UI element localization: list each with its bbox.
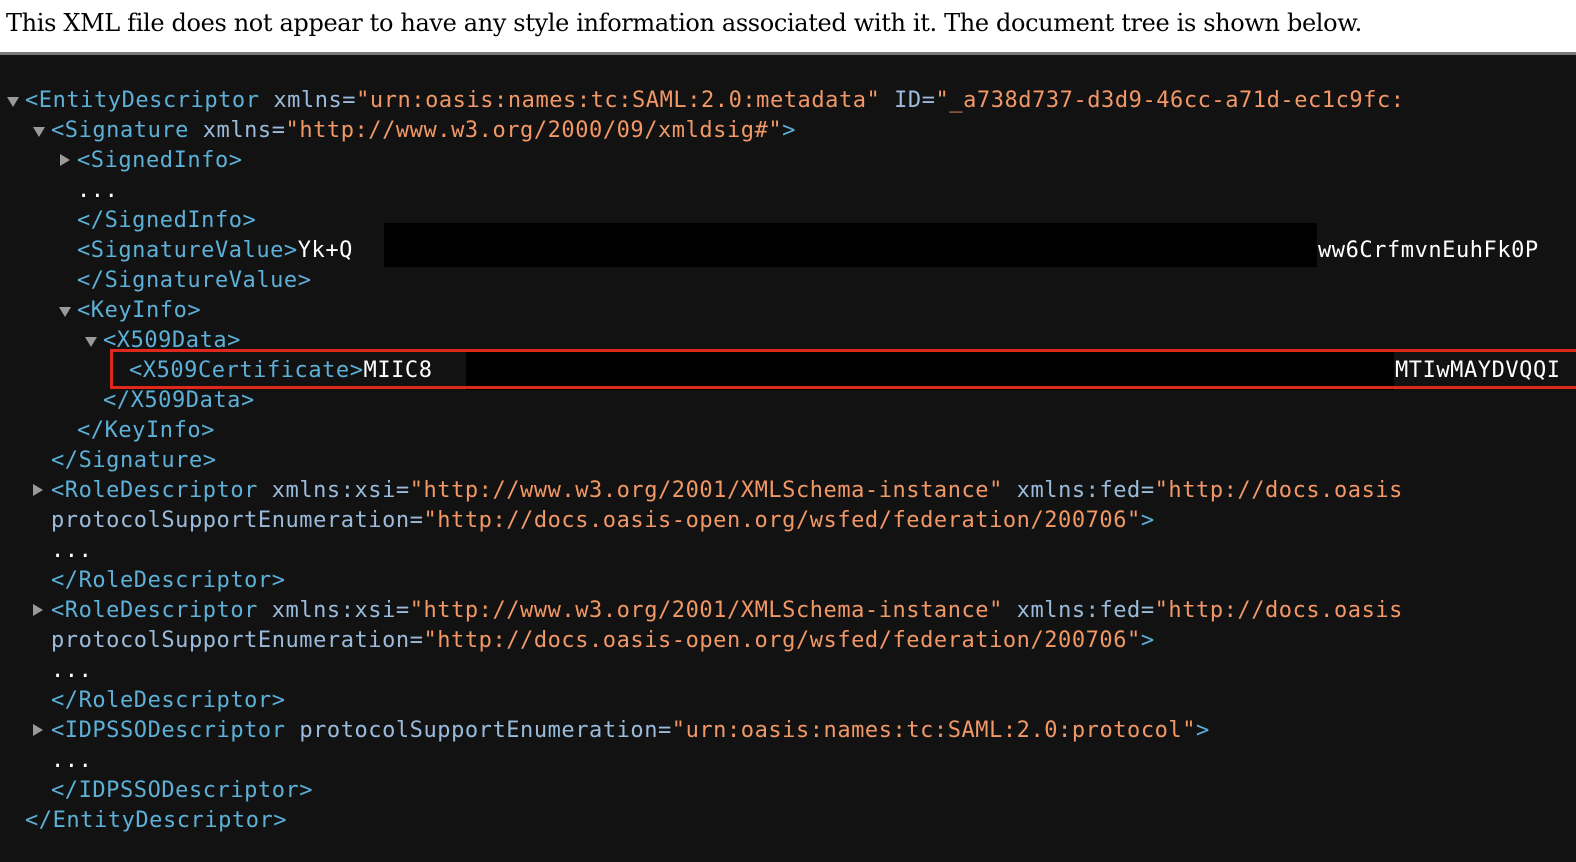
roledescriptor-2-protocol-attr-name: protocolSupportEnumeration=: [51, 628, 424, 653]
signature-tag-name: <Signature: [51, 118, 189, 143]
x509certificate-redaction-bar: [466, 352, 1394, 390]
expand-signedinfo-toggle-icon[interactable]: [60, 154, 70, 166]
xml-document-tree: <EntityDescriptor xmlns="urn:oasis:names…: [0, 86, 1576, 862]
roledescriptor-1-fed-attr-value: "http://docs.oasis: [1154, 478, 1403, 503]
roledescriptor-2-xsi-attr-name: xmlns:xsi=: [257, 598, 410, 623]
signature-open-tag: <Signature xmlns="http://www.w3.org/2000…: [51, 116, 796, 146]
x509certificate-text-end: MTIwMAYDVQQI: [1395, 358, 1561, 383]
x509certificate-open-tag: <X509Certificate>: [129, 358, 364, 383]
roledescriptor-2-fed-attr-name: xmlns:fed=: [1002, 598, 1155, 623]
idpssodescriptor-collapsed-ellipsis[interactable]: ...: [51, 746, 92, 776]
roledescriptor-1-protocol-line: protocolSupportEnumeration="http://docs.…: [51, 506, 1155, 536]
no-style-banner: This XML file does not appear to have an…: [0, 0, 1576, 55]
id-attr-value: "_a738d737-d3d9-46cc-a71d-ec1c9fc:: [935, 88, 1405, 113]
x509data-close-tag: </X509Data>: [103, 388, 255, 413]
entitydescriptor-open-tag: <EntityDescriptor xmlns="urn:oasis:names…: [25, 86, 1405, 116]
roledescriptor-1-protocol-attr-name: protocolSupportEnumeration=: [51, 508, 424, 533]
signaturevalue-redaction-bar: [384, 223, 1317, 267]
entitydescriptor-tag-name: <EntityDescriptor: [25, 88, 260, 113]
roledescriptor-2-tag-name: <RoleDescriptor: [51, 598, 258, 623]
signaturevalue-open-tag: <SignatureValue>: [77, 238, 298, 263]
signedinfo-tag-name: <SignedInfo>: [77, 148, 243, 173]
idpssodescriptor-open-tag-end: >: [1196, 718, 1210, 743]
idpssodescriptor-close-tag: </IDPSSODescriptor>: [51, 778, 314, 803]
roledescriptor-2-open-tag: <RoleDescriptor xmlns:xsi="http://www.w3…: [51, 596, 1403, 626]
roledescriptor-2-xsi-attr-value: "http://www.w3.org/2001/XMLSchema-instan…: [409, 598, 1003, 623]
roledescriptor-1-collapsed-ellipsis[interactable]: ...: [51, 536, 92, 566]
collapse-x509data-toggle-icon[interactable]: [85, 337, 97, 347]
roledescriptor-2-collapsed-ellipsis[interactable]: ...: [51, 656, 92, 686]
x509data-open-tag: <X509Data>: [103, 328, 241, 353]
no-style-message: This XML file does not appear to have an…: [6, 9, 1362, 37]
x509certificate-text-start: MIIC8: [363, 358, 433, 383]
roledescriptor-2-fed-attr-value: "http://docs.oasis: [1154, 598, 1403, 623]
keyinfo-close-tag: </KeyInfo>: [77, 418, 215, 443]
expand-idpssodescriptor-toggle-icon[interactable]: [33, 724, 43, 736]
signedinfo-collapsed-ellipsis[interactable]: ...: [77, 176, 118, 206]
signaturevalue-line: <SignatureValue>Yk+Q: [77, 236, 353, 266]
roledescriptor-1-open-tag: <RoleDescriptor xmlns:xsi="http://www.w3…: [51, 476, 1403, 506]
expand-roledescriptor-1-toggle-icon[interactable]: [33, 484, 43, 496]
idpssodescriptor-protocol-attr-value: "urn:oasis:names:tc:SAML:2.0:protocol": [671, 718, 1197, 743]
idpssodescriptor-tag-name: <IDPSSODescriptor: [51, 718, 286, 743]
collapse-signature-toggle-icon[interactable]: [33, 127, 45, 137]
roledescriptor-1-fed-attr-name: xmlns:fed=: [1002, 478, 1155, 503]
signature-close-tag: </Signature>: [51, 448, 217, 473]
id-attr-name: ID=: [880, 88, 936, 113]
idpssodescriptor-open-tag: <IDPSSODescriptor protocolSupportEnumera…: [51, 716, 1210, 746]
signedinfo-close-tag: </SignedInfo>: [77, 208, 257, 233]
collapse-keyinfo-toggle-icon[interactable]: [59, 307, 71, 317]
signaturevalue-close-tag: </SignatureValue>: [77, 268, 312, 293]
roledescriptor-1-protocol-attr-value: "http://docs.oasis-open.org/wsfed/federa…: [423, 508, 1141, 533]
keyinfo-open-tag: <KeyInfo>: [77, 298, 202, 323]
roledescriptor-1-xsi-attr-value: "http://www.w3.org/2001/XMLSchema-instan…: [409, 478, 1003, 503]
signature-xmlns-attr-name: xmlns=: [188, 118, 286, 143]
signature-open-tag-end: >: [782, 118, 796, 143]
entitydescriptor-close-tag: </EntityDescriptor>: [25, 808, 288, 833]
roledescriptor-2-close-tag: </RoleDescriptor>: [51, 688, 286, 713]
xmlns-attr-value: "urn:oasis:names:tc:SAML:2.0:metadata": [356, 88, 881, 113]
roledescriptor-1-tag-name: <RoleDescriptor: [51, 478, 258, 503]
idpssodescriptor-protocol-attr-name: protocolSupportEnumeration=: [285, 718, 672, 743]
collapse-entitydescriptor-toggle-icon[interactable]: [7, 97, 19, 107]
xmlns-attr-name: xmlns=: [259, 88, 357, 113]
roledescriptor-1-xsi-attr-name: xmlns:xsi=: [257, 478, 410, 503]
expand-roledescriptor-2-toggle-icon[interactable]: [33, 604, 43, 616]
x509certificate-line: <X509Certificate>MIIC8: [129, 356, 433, 386]
roledescriptor-2-protocol-line: protocolSupportEnumeration="http://docs.…: [51, 626, 1155, 656]
roledescriptor-1-close-tag: </RoleDescriptor>: [51, 568, 286, 593]
roledescriptor-1-open-tag-end: >: [1140, 508, 1155, 533]
roledescriptor-2-protocol-attr-value: "http://docs.oasis-open.org/wsfed/federa…: [423, 628, 1141, 653]
signedinfo-open-tag: <SignedInfo>: [77, 146, 243, 176]
signaturevalue-text-end: ww6CrfmvnEuhFk0P: [1318, 238, 1539, 263]
signaturevalue-text-start: Yk+Q: [297, 238, 353, 263]
signature-xmlns-attr-value: "http://www.w3.org/2000/09/xmldsig#": [285, 118, 783, 143]
roledescriptor-2-open-tag-end: >: [1140, 628, 1155, 653]
